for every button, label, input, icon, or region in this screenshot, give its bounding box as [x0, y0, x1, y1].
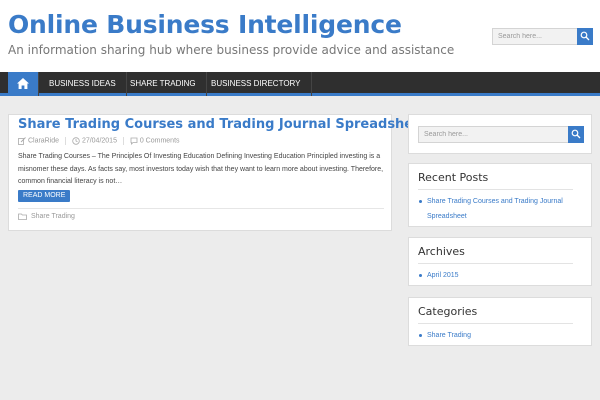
post-card: Share Trading Courses and Trading Journa…	[8, 114, 428, 231]
home-icon	[17, 78, 29, 89]
main-navigation: BUSINESS IDEAS SHARE TRADING BUSINESS DI…	[0, 72, 600, 96]
categories-title: Categories	[418, 305, 478, 318]
sidebar-search-widget	[408, 114, 592, 154]
widget-divider	[418, 189, 573, 190]
recent-posts-widget: Recent Posts Share Trading Courses and T…	[408, 163, 592, 227]
folder-icon	[18, 213, 27, 220]
archives-title: Archives	[418, 245, 465, 258]
read-more-button[interactable]: READ MORE	[18, 190, 71, 202]
post-divider	[18, 208, 384, 209]
search-icon	[580, 31, 590, 41]
archives-widget: Archives April 2015	[408, 237, 592, 286]
site-description: An information sharing hub where busines…	[8, 43, 455, 57]
site-header: Online Business Intelligence An informat…	[0, 0, 600, 72]
post-excerpt: Share Trading Courses – The Principles O…	[18, 153, 384, 185]
post-date: 27/04/2015	[81, 137, 117, 145]
nav-item-business-ideas[interactable]: BUSINESS IDEAS	[38, 72, 127, 96]
recent-posts-title: Recent Posts	[418, 171, 489, 184]
site-title[interactable]: Online Business Intelligence	[8, 10, 402, 39]
widget-divider	[418, 323, 573, 324]
post-comments-link[interactable]: 0 Comments	[140, 138, 180, 145]
sidebar-search-input[interactable]	[419, 127, 568, 142]
sidebar-search	[418, 126, 584, 143]
nav-item-business-directory[interactable]: BUSINESS DIRECTORY	[201, 72, 312, 96]
categories-widget: Categories Share Trading	[408, 297, 592, 346]
archive-link[interactable]: April 2015	[418, 269, 573, 284]
header-search-button[interactable]	[577, 28, 593, 45]
edit-icon	[18, 137, 26, 145]
category-link[interactable]: Share Trading	[418, 329, 573, 344]
nav-home-button[interactable]	[8, 72, 38, 96]
clock-icon	[72, 137, 80, 145]
categories-list: Share Trading	[418, 329, 573, 344]
post-author[interactable]: ClaraRide	[28, 138, 59, 145]
widget-divider	[418, 263, 573, 264]
recent-posts-list: Share Trading Courses and Trading Journa…	[418, 195, 573, 224]
header-search-input[interactable]	[493, 29, 577, 44]
search-icon	[571, 129, 581, 139]
post-category-link[interactable]: Share Trading	[31, 213, 75, 220]
archives-list: April 2015	[418, 269, 573, 284]
nav-item-share-trading[interactable]: SHARE TRADING	[120, 72, 207, 96]
recent-post-link[interactable]: Share Trading Courses and Trading Journa…	[418, 195, 573, 224]
post-meta: ClaraRide 27/04/2015 0 Comments	[18, 137, 180, 145]
post-title[interactable]: Share Trading Courses and Trading Journa…	[18, 117, 428, 132]
comment-icon	[130, 137, 138, 145]
sidebar-search-button[interactable]	[568, 126, 584, 143]
post-category: Share Trading	[18, 213, 75, 220]
header-search	[492, 28, 593, 45]
